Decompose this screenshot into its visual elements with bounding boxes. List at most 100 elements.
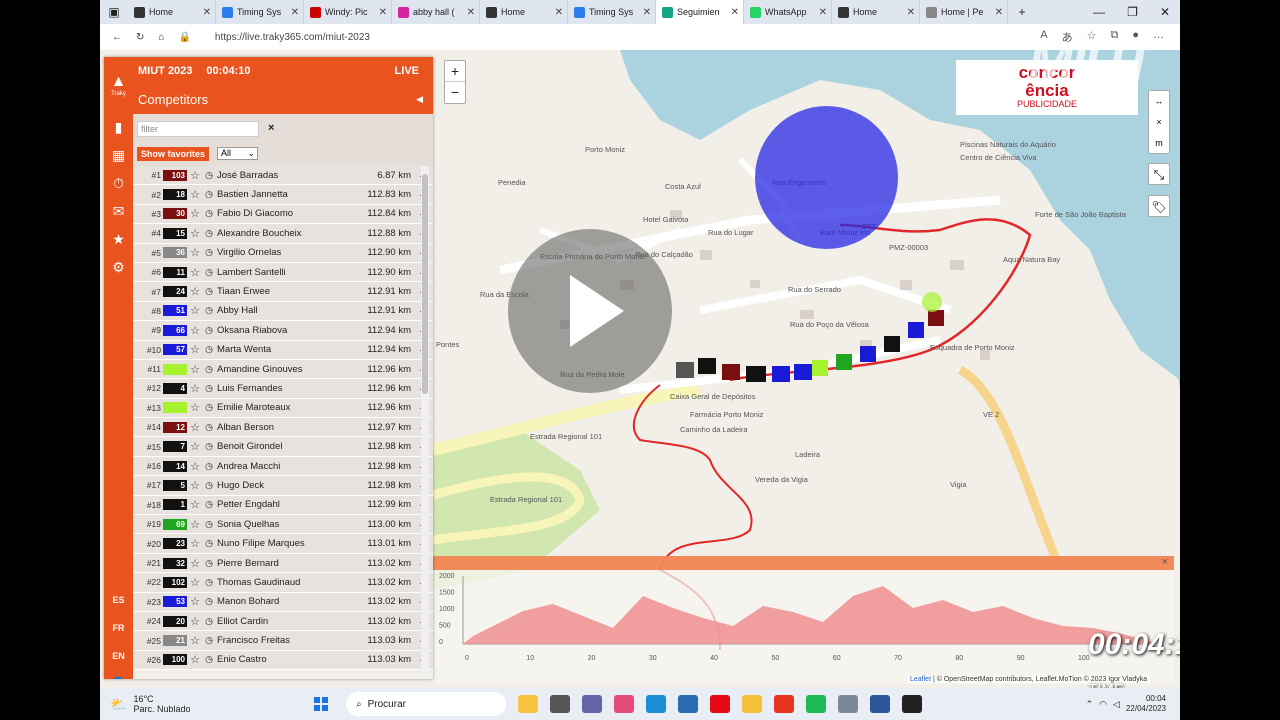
tab-close-icon[interactable]: ✕ (995, 7, 1003, 18)
clock-icon[interactable]: ◷ (203, 538, 215, 549)
store-icon[interactable] (678, 695, 698, 713)
tag-icon[interactable]: 🏷 (1148, 195, 1170, 217)
favorite-star-icon[interactable]: ☆ (187, 324, 203, 337)
sidebar-toggle-icon[interactable]: ▣ (100, 0, 128, 24)
users-icon[interactable]: ▮ (104, 113, 133, 141)
user-lock-icon[interactable]: 👤 (104, 670, 133, 680)
tab-6[interactable]: Seguimien ✕ (656, 0, 744, 24)
clock-icon[interactable]: ◷ (203, 305, 215, 316)
competitor-row[interactable]: #218☆◷Bastien Jannetta112.83 km⌄ (133, 185, 433, 205)
tab-7[interactable]: WhatsApp ✕ (744, 0, 832, 24)
competitor-row[interactable]: #536☆◷Virgilio Ornelas112.90 km⌄ (133, 243, 433, 263)
more-icon[interactable]: … (1153, 29, 1164, 45)
clock-icon[interactable]: ◷ (203, 208, 215, 219)
tab-0[interactable]: Home ✕ (128, 0, 216, 24)
settings-app-icon[interactable] (838, 695, 858, 713)
gear-icon[interactable]: ⚙ (104, 253, 133, 281)
taskbar-clock[interactable]: 00:04 22/04/2023 (1126, 694, 1166, 714)
tab-close-icon[interactable]: ✕ (819, 7, 827, 18)
widgets-icon[interactable] (518, 695, 538, 713)
filter-input[interactable]: filter (137, 121, 259, 137)
refresh-icon[interactable]: ↻ (136, 32, 144, 43)
favorite-star-icon[interactable]: ☆ (187, 498, 203, 511)
clock-icon[interactable]: ◷ (203, 461, 215, 472)
competitor-row[interactable]: #11☆◷Amandine Ginouves112.96 km⌄ (133, 359, 433, 380)
competitor-row[interactable]: #1614☆◷Andrea Macchi112.98 km⌄ (133, 456, 433, 477)
taskbar-search[interactable]: ⌕ Procurar (346, 692, 506, 716)
competitor-row[interactable]: #26100☆◷Enio Castro113.03 km⌄ (133, 650, 433, 671)
clock-icon[interactable]: ◷ (203, 654, 215, 665)
favorite-star-icon[interactable]: ☆ (187, 227, 203, 240)
competitor-row[interactable]: #1969☆◷Sonia Quelhas113.00 km⌄ (133, 515, 433, 535)
word-icon[interactable] (870, 695, 890, 713)
favorite-star-icon[interactable]: ☆ (187, 188, 203, 201)
clock-icon[interactable]: ◷ (203, 616, 215, 627)
measure-tool-button[interactable]: ↔ (1149, 91, 1169, 112)
mail-icon[interactable]: ✉ (104, 197, 133, 225)
clock-icon[interactable]: ◷ (203, 247, 215, 258)
zoom-in-button[interactable]: + (445, 61, 465, 82)
competitor-row[interactable]: #611☆◷Lambert Santelli112.90 km⌄ (133, 262, 433, 283)
competitor-row[interactable]: #966☆◷Oksana Riabova112.94 km⌄ (133, 321, 433, 341)
tab-close-icon[interactable]: ✕ (907, 7, 915, 18)
clock-icon[interactable]: ◷ (203, 383, 215, 394)
competitor-row[interactable]: #851☆◷Abby Hall112.91 km⌄ (133, 301, 433, 322)
favorite-star-icon[interactable]: ☆ (187, 576, 203, 589)
video-play-button[interactable] (508, 229, 672, 393)
favorite-star-icon[interactable]: ☆ (187, 460, 203, 473)
tab-close-icon[interactable]: ✕ (379, 7, 387, 18)
clock-icon[interactable]: ◷ (203, 267, 215, 278)
competitor-row[interactable]: #2521☆◷Francisco Freitas113.03 km⌄ (133, 631, 433, 651)
favorite-star-icon[interactable]: ☆ (187, 266, 203, 279)
fullscreen-icon[interactable]: ⤡ (1148, 163, 1170, 185)
favorite-star-icon[interactable]: ☆ (187, 207, 203, 220)
file-explorer-icon[interactable] (742, 695, 762, 713)
ndi-icon[interactable] (902, 695, 922, 713)
tab-2[interactable]: Windy: Pic ✕ (304, 0, 392, 24)
clock-icon[interactable]: ◷ (203, 635, 215, 646)
favorite-star-icon[interactable]: ☆ (187, 479, 203, 492)
clock-icon[interactable]: ◷ (203, 402, 215, 413)
zoom-out-button[interactable]: − (445, 82, 465, 103)
competitor-row[interactable]: #724☆◷Tiaan Erwee112.91 km⌄ (133, 282, 433, 302)
weather-widget[interactable]: ⛅ 16°C Parc. Nublado (100, 694, 220, 714)
stopwatch-icon[interactable]: ⏱ (104, 169, 133, 197)
favorite-star-icon[interactable]: ☆ (187, 634, 203, 647)
competitor-row[interactable]: #181☆◷Petter Engdahl112.99 km⌄ (133, 495, 433, 516)
competitor-row[interactable]: #1412☆◷Alban Berson112.97 km⌄ (133, 418, 433, 438)
clock-icon[interactable]: ◷ (203, 170, 215, 181)
tray-chevron-icon[interactable]: ⌃ (1086, 699, 1094, 710)
tab-close-icon[interactable]: ✕ (203, 7, 211, 18)
clock-icon[interactable]: ◷ (203, 364, 215, 375)
collapse-icon[interactable]: ◀ (416, 94, 433, 105)
clock-icon[interactable]: ◷ (203, 519, 215, 530)
clock-icon[interactable]: ◷ (203, 344, 215, 355)
restore-icon[interactable]: ❐ (1127, 5, 1138, 19)
lang-es[interactable]: ES (104, 586, 133, 614)
competitor-row[interactable]: #22102☆◷Thomas Gaudinaud113.02 km⌄ (133, 573, 433, 593)
clear-filter-icon[interactable]: × (268, 122, 274, 134)
competitor-row[interactable]: #2023☆◷Nuno Filipe Marques113.01 km⌄ (133, 534, 433, 554)
competitor-row[interactable]: #1103☆◷José Barradas6.87 km⌄ (133, 166, 433, 186)
back-icon[interactable]: ← (112, 32, 122, 43)
close-window-icon[interactable]: ✕ (1160, 5, 1170, 19)
tab-close-icon[interactable]: ✕ (643, 7, 651, 18)
scroll-thumb[interactable] (422, 174, 428, 394)
tab-8[interactable]: Home ✕ (832, 0, 920, 24)
clock-icon[interactable]: ◷ (203, 325, 215, 336)
competitor-row[interactable]: #2420☆◷Elliot Cardin113.02 km⌄ (133, 611, 433, 632)
show-favorites-button[interactable]: Show favorites (137, 147, 210, 161)
clock-icon[interactable]: ◷ (203, 422, 215, 433)
competitor-row[interactable]: #1057☆◷Marta Wenta112.94 km⌄ (133, 340, 433, 360)
favorite-star-icon[interactable]: ☆ (187, 382, 203, 395)
tab-3[interactable]: abby hall (✕ (392, 0, 480, 24)
favorite-star-icon[interactable]: ☆ (187, 421, 203, 434)
tab-5[interactable]: Timing Sys ✕ (568, 0, 656, 24)
favorite-star-icon[interactable]: ☆ (187, 304, 203, 317)
url-field[interactable]: https://live.traky365.com/miut-2023 (215, 32, 370, 43)
list-scrollbar[interactable] (421, 166, 429, 679)
tab-1[interactable]: Timing Sys ✕ (216, 0, 304, 24)
units-button[interactable]: m (1149, 133, 1169, 154)
tab-close-icon[interactable]: ✕ (731, 7, 739, 18)
volume-icon[interactable]: ◁ (1113, 699, 1120, 710)
